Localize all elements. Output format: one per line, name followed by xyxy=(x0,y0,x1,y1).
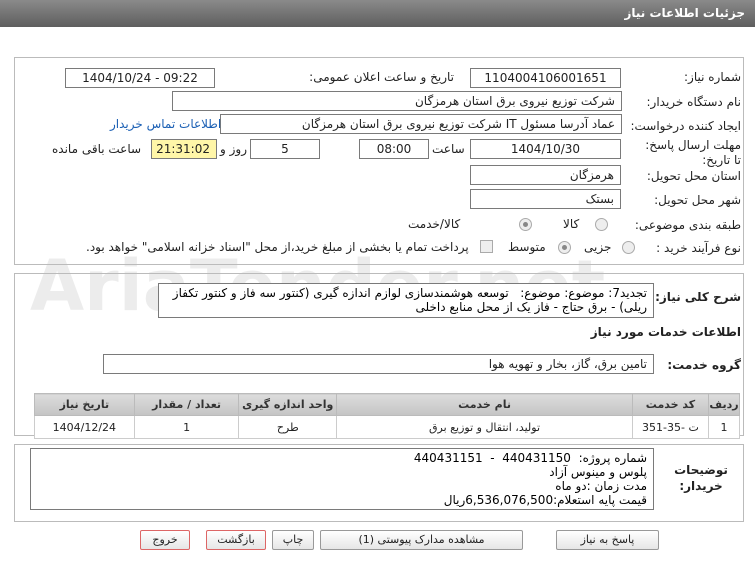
province-label: استان محل تحویل: xyxy=(646,169,741,183)
col-row: ردیف xyxy=(707,393,741,416)
category-goods-radio[interactable] xyxy=(595,218,608,231)
deadline-date-field: 1404/10/30 xyxy=(470,139,621,159)
process-label: نوع فرآیند خرید : xyxy=(656,241,741,255)
time-label: ساعت xyxy=(432,142,465,156)
process-minor-label: جزیی xyxy=(584,240,612,254)
category-label: طبقه بندی موضوعی: xyxy=(634,218,741,232)
need-number-label: شماره نیاز: xyxy=(684,70,741,84)
cell-service-name: تولید، انتقال و توزیع برق xyxy=(336,415,633,439)
col-service-code: کد خدمت xyxy=(631,393,709,416)
table-row: 1 ت -35-351 تولید، انتقال و توزیع برق طر… xyxy=(34,415,741,439)
summary-textarea[interactable]: تجدید7: موضوع: موضوع: توسعه هوشمندسازی ل… xyxy=(158,283,654,318)
col-need-date: تاریخ نیاز xyxy=(34,393,135,416)
province-field: هرمزگان xyxy=(470,165,621,185)
col-unit: واحد اندازه گیری xyxy=(238,393,338,416)
process-minor-radio[interactable] xyxy=(622,241,635,254)
view-attachments-button[interactable]: مشاهده مدارک پیوستی (1) xyxy=(320,530,523,550)
print-button[interactable]: چاپ xyxy=(272,530,314,550)
announce-datetime-field: 1404/10/24 - 09:22 xyxy=(65,68,215,88)
city-field: بستک xyxy=(470,189,621,209)
need-number-field: 1104004106001651 xyxy=(470,68,621,88)
creator-label: ایجاد کننده درخواست: xyxy=(630,119,741,133)
cell-unit: طرح xyxy=(238,415,338,439)
services-section-title: اطلاعات خدمات مورد نیاز xyxy=(590,325,741,339)
process-medium-radio[interactable] xyxy=(558,241,571,254)
category-goods-service-label: کالا/خدمت xyxy=(408,217,461,231)
page-title: جزئیات اطلاعات نیاز xyxy=(624,6,745,20)
announce-label: تاریخ و ساعت اعلان عمومی: xyxy=(309,70,454,84)
buyer-field: شرکت توزیع نیروی برق استان هرمزگان xyxy=(172,91,622,111)
remaining-time-field: 21:31:02 xyxy=(151,139,217,159)
buyer-label: نام دستگاه خریدار: xyxy=(646,95,742,109)
buyer-notes-textarea[interactable]: شماره پروژه: 440431150 - 440431151 پلوس … xyxy=(30,448,654,510)
remaining-label: ساعت باقی مانده xyxy=(52,142,142,156)
exit-button[interactable]: خروج xyxy=(140,530,190,550)
days-field: 5 xyxy=(250,139,320,159)
service-group-label: گروه خدمت: xyxy=(667,358,741,372)
process-medium-label: متوسط xyxy=(508,240,546,254)
payment-checkbox[interactable] xyxy=(480,240,493,253)
col-quantity: تعداد / مقدار xyxy=(133,393,240,416)
cell-row: 1 xyxy=(707,415,741,439)
creator-field: عماد آدرسا مسئول IT شرکت توزیع نیروی برق… xyxy=(220,114,622,134)
service-group-field: تامین برق، گاز، بخار و تهویه هوا xyxy=(103,354,654,374)
category-goods-service-radio[interactable] xyxy=(519,218,532,231)
page-title-bar: جزئیات اطلاعات نیاز xyxy=(0,0,755,27)
contact-info-link[interactable]: اطلاعات تماس خریدار xyxy=(110,117,221,131)
services-table-header: ردیف کد خدمت نام خدمت واحد اندازه گیری ت… xyxy=(34,393,741,416)
cell-service-code: ت -35-351 xyxy=(631,415,709,439)
city-label: شهر محل تحویل: xyxy=(654,193,741,207)
summary-label: شرح کلی نیاز: xyxy=(655,290,741,304)
deadline-label: مهلت ارسال پاسخ: تا تاریخ: xyxy=(645,138,741,167)
category-goods-label: کالا xyxy=(563,217,580,231)
deadline-time-field: 08:00 xyxy=(359,139,429,159)
cell-need-date: 1404/12/24 xyxy=(34,415,135,439)
cell-quantity: 1 xyxy=(133,415,240,439)
back-button[interactable]: بازگشت xyxy=(206,530,266,550)
col-service-name: نام خدمت xyxy=(336,393,633,416)
services-table: ردیف کد خدمت نام خدمت واحد اندازه گیری ت… xyxy=(34,393,741,439)
days-label: روز و xyxy=(220,142,247,156)
details-panel xyxy=(14,57,744,265)
payment-note: پرداخت تمام یا بخشی از مبلغ خرید،از محل … xyxy=(86,240,469,254)
buyer-notes-label: توضیحات خریدار: xyxy=(674,463,728,493)
reply-button[interactable]: پاسخ به نیاز xyxy=(556,530,659,550)
